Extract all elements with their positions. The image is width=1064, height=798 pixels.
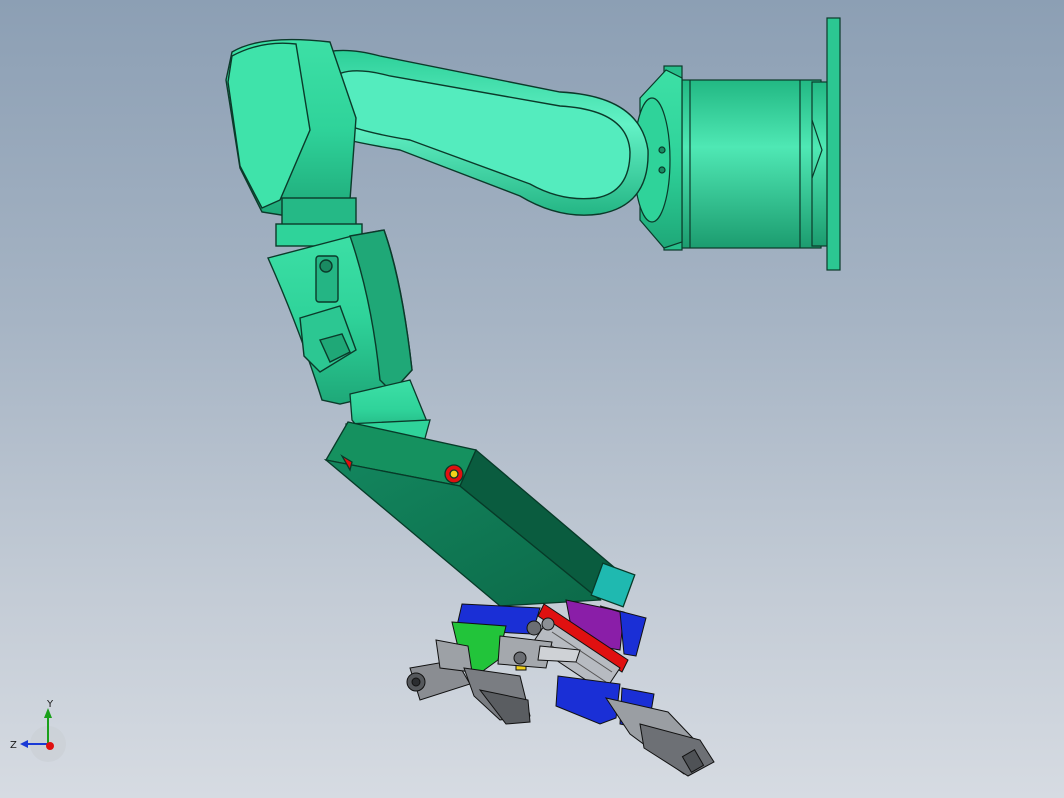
- robot-base[interactable]: [663, 17, 841, 271]
- end-effector-housing[interactable]: [323, 421, 636, 608]
- graphics-viewport[interactable]: Y Z: [0, 0, 1064, 798]
- coordinate-triad: Y Z: [10, 699, 66, 762]
- z-axis-label: Z: [10, 740, 17, 751]
- y-axis-label: Y: [46, 699, 54, 710]
- forearm[interactable]: [267, 229, 413, 405]
- cad-model-scene[interactable]: Y Z: [0, 0, 1064, 798]
- x-axis-dot: [46, 742, 54, 750]
- gripper-assembly[interactable]: [406, 599, 715, 777]
